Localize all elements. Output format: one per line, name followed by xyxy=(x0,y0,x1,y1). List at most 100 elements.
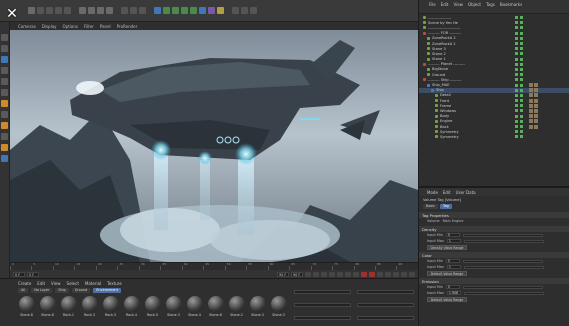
material-tab-ground[interactable]: Ground xyxy=(71,288,91,293)
visibility-flags[interactable] xyxy=(515,67,523,71)
material-tag-icon[interactable] xyxy=(529,108,533,113)
om-menu-edit[interactable]: Edit xyxy=(441,2,449,7)
render-visibility-icon[interactable] xyxy=(520,119,523,123)
object-tags[interactable] xyxy=(529,124,538,129)
prev-frame-icon[interactable] xyxy=(321,271,327,277)
material-swatch[interactable]: Rock.3 xyxy=(81,296,98,317)
x-axis-icon[interactable] xyxy=(79,7,86,14)
render-region-icon[interactable] xyxy=(121,7,128,14)
viewport-menu-panel[interactable]: Panel xyxy=(100,24,111,29)
make-editable-icon[interactable] xyxy=(1,34,8,41)
workplane-icon[interactable] xyxy=(241,7,248,14)
material-tag-icon[interactable] xyxy=(529,98,533,103)
prev-key-icon[interactable] xyxy=(313,271,319,277)
editor-visibility-icon[interactable] xyxy=(515,88,518,92)
material-menu-create[interactable]: Create xyxy=(18,281,31,286)
soft-selection-icon[interactable] xyxy=(1,133,8,140)
editor-visibility-icon[interactable] xyxy=(515,42,518,46)
autokey-icon[interactable] xyxy=(369,271,375,277)
visibility-flags[interactable] xyxy=(515,88,523,92)
snapping-icon[interactable] xyxy=(1,100,8,107)
model-mode-icon[interactable] xyxy=(1,45,8,52)
visibility-flags[interactable] xyxy=(515,62,523,66)
editor-visibility-icon[interactable] xyxy=(515,31,518,35)
editor-visibility-icon[interactable] xyxy=(515,57,518,61)
size-z-field[interactable] xyxy=(357,316,414,321)
render-visibility-icon[interactable] xyxy=(520,26,523,30)
visibility-flags[interactable] xyxy=(515,104,523,108)
material-tag-icon[interactable] xyxy=(529,103,533,108)
scale-key-icon[interactable] xyxy=(393,271,399,277)
material-swatch[interactable]: Stone.8 xyxy=(39,296,56,317)
axis-mode-icon[interactable] xyxy=(1,111,8,118)
attr-value-field[interactable]: 1 xyxy=(446,238,461,244)
object-tags[interactable] xyxy=(529,114,538,119)
visibility-flags[interactable] xyxy=(515,73,523,77)
range-button[interactable]: Default Value Range xyxy=(427,297,467,302)
object-tags[interactable] xyxy=(529,93,538,98)
viewport-menu-display[interactable]: Display xyxy=(42,24,57,29)
visibility-flags[interactable] xyxy=(515,57,523,61)
attr-tab-tag[interactable]: Tag xyxy=(439,204,452,209)
snap-icon[interactable] xyxy=(232,7,239,14)
material-tag-icon[interactable] xyxy=(529,83,533,88)
visibility-flags[interactable] xyxy=(515,83,523,87)
visibility-flags[interactable] xyxy=(515,119,523,123)
editor-visibility-icon[interactable] xyxy=(515,21,518,25)
record-icon[interactable] xyxy=(361,271,367,277)
material-tab-ship[interactable]: Ship xyxy=(55,288,69,293)
render-viewport[interactable] xyxy=(10,30,418,262)
coord-z-field[interactable] xyxy=(294,316,351,321)
coord-x-field[interactable] xyxy=(294,289,351,294)
layout-icon[interactable] xyxy=(250,7,257,14)
attr-value-field[interactable]: 0 xyxy=(445,232,460,238)
visibility-flags[interactable] xyxy=(515,135,523,139)
attr-value-field[interactable]: 0 xyxy=(445,284,460,290)
object-tags[interactable] xyxy=(529,119,538,124)
editor-visibility-icon[interactable] xyxy=(515,52,518,56)
material-tab-no-layer[interactable]: No Layer xyxy=(31,288,53,293)
material-swatch[interactable]: Rock.5 xyxy=(144,296,161,317)
editor-visibility-icon[interactable] xyxy=(515,119,518,123)
visibility-flags[interactable] xyxy=(515,31,523,35)
volume-value[interactable]: Main Engine xyxy=(443,219,464,223)
editor-visibility-icon[interactable] xyxy=(515,99,518,103)
render-visibility-icon[interactable] xyxy=(520,16,523,20)
material-tag-icon[interactable] xyxy=(529,119,533,124)
material-menu-material[interactable]: Material xyxy=(85,281,101,286)
material-menu-view[interactable]: View xyxy=(51,281,61,286)
editor-visibility-icon[interactable] xyxy=(515,109,518,113)
range-button[interactable]: Density Value Range xyxy=(427,245,467,250)
attr-value-field[interactable]: 0 xyxy=(445,258,460,264)
material-swatch[interactable]: Stone.3 xyxy=(270,296,287,317)
editor-visibility-icon[interactable] xyxy=(515,47,518,51)
move-icon[interactable] xyxy=(37,7,44,14)
camera-icon[interactable] xyxy=(208,7,215,14)
material-swatch[interactable]: Rock.4 xyxy=(123,296,140,317)
render-view-icon[interactable] xyxy=(130,7,137,14)
editor-visibility-icon[interactable] xyxy=(515,135,518,139)
material-swatch[interactable]: Stone.8 xyxy=(18,296,35,317)
material-swatch[interactable]: Stone.6 xyxy=(207,296,224,317)
attr-value-field[interactable]: 1.908 xyxy=(446,290,461,296)
render-visibility-icon[interactable] xyxy=(520,125,523,129)
render-visibility-icon[interactable] xyxy=(520,42,523,46)
editor-visibility-icon[interactable] xyxy=(515,16,518,20)
render-visibility-icon[interactable] xyxy=(520,130,523,134)
next-key-icon[interactable] xyxy=(345,271,351,277)
editor-visibility-icon[interactable] xyxy=(515,73,518,77)
viewport-menu-cameras[interactable]: Cameras xyxy=(18,24,36,29)
size-x-field[interactable] xyxy=(357,289,414,294)
render-visibility-icon[interactable] xyxy=(520,114,523,118)
om-menu-bookmarks[interactable]: Bookmarks xyxy=(500,2,522,7)
visibility-flags[interactable] xyxy=(515,78,523,82)
material-tag-icon[interactable] xyxy=(529,114,533,119)
material-menu-texture[interactable]: Texture xyxy=(107,281,122,286)
editor-visibility-icon[interactable] xyxy=(515,78,518,82)
am-menu-edit[interactable]: Edit xyxy=(443,190,451,195)
attr-value-field[interactable]: 1 xyxy=(446,264,461,270)
render-visibility-icon[interactable] xyxy=(520,99,523,103)
spline-icon[interactable] xyxy=(163,7,170,14)
material-swatch[interactable]: Stone.4 xyxy=(186,296,203,317)
om-menu-tags[interactable]: Tags xyxy=(486,2,495,7)
